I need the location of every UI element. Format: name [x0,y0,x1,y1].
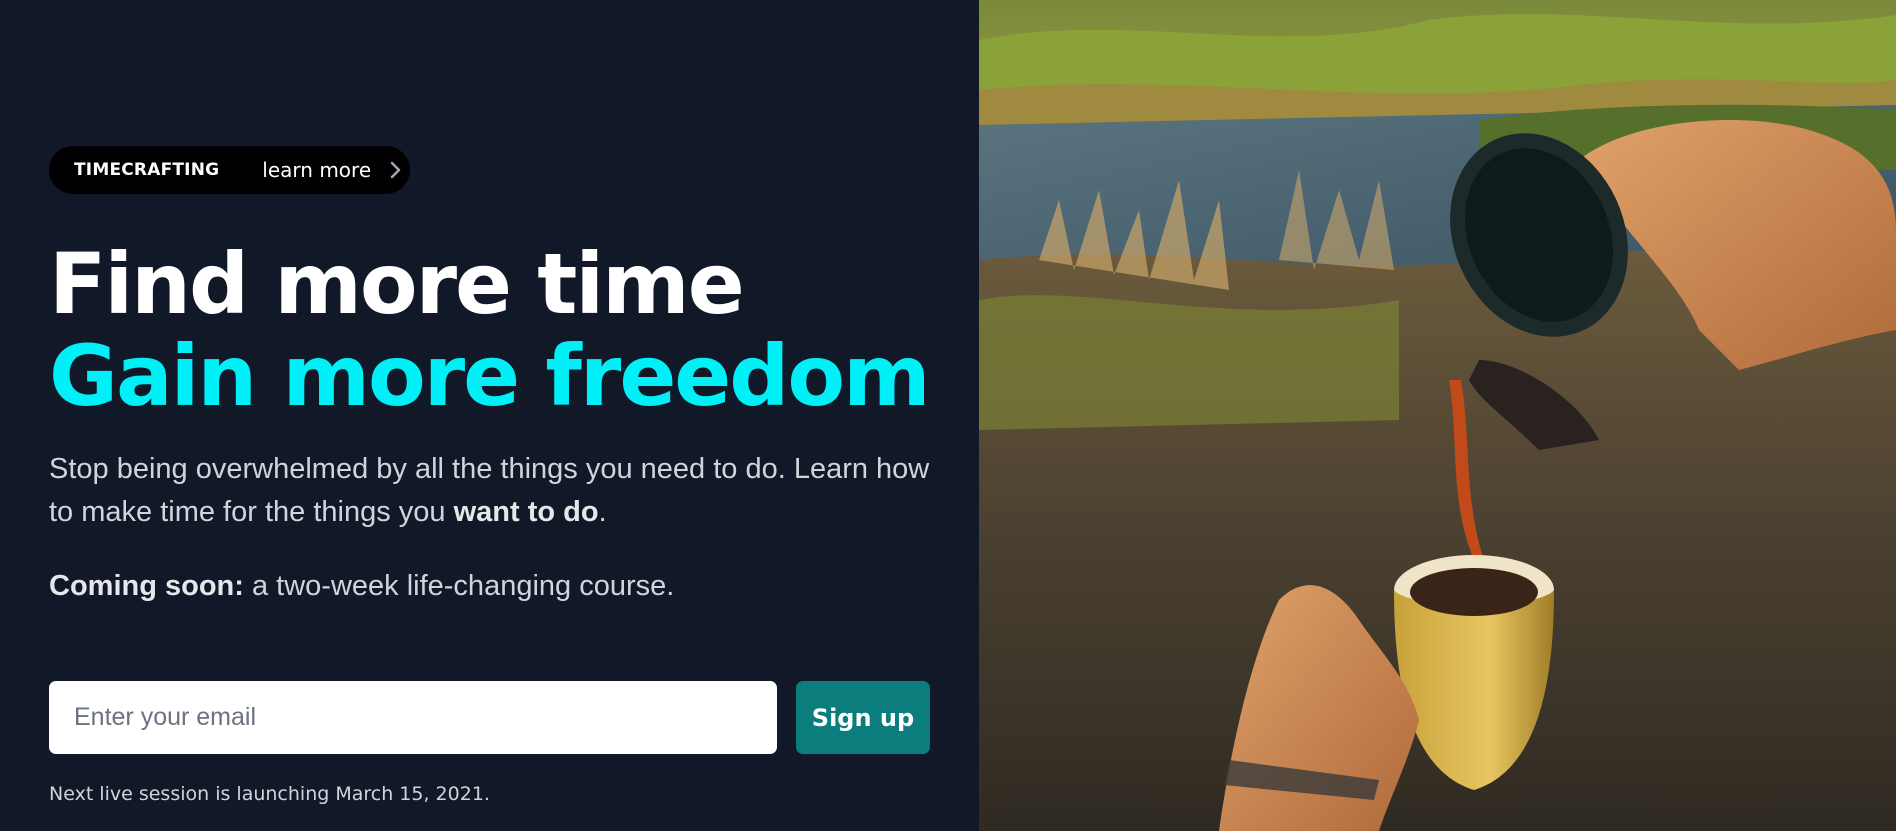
hero-content: TIMECRAFTING learn more Find more time G… [0,0,979,831]
description-emphasis: want to do [453,496,599,528]
headline-line-2: Gain more freedom [49,327,931,425]
coming-soon-detail: a two-week life-changing course. [243,570,675,602]
sign-up-button[interactable]: Sign up [796,681,930,754]
launch-date-note: Next live session is launching March 15,… [49,783,490,805]
coffee-pour-photo [979,0,1896,831]
email-input[interactable] [49,681,777,754]
description-end: . [598,496,607,528]
hero-image [979,0,1896,831]
chevron-right-icon [389,160,403,180]
page-title: Find more time Gain more freedom [49,235,931,425]
announcement-tag: TIMECRAFTING [74,160,220,180]
headline-line-1: Find more time [49,235,745,333]
coming-soon-label: Coming soon: [49,570,244,602]
hero-description: Stop being overwhelmed by all the things… [49,448,949,534]
coming-soon-text: Coming soon: a two-week life-changing co… [49,565,674,608]
announcement-pill[interactable]: TIMECRAFTING learn more [49,146,410,194]
learn-more-link[interactable]: learn more [262,158,371,182]
